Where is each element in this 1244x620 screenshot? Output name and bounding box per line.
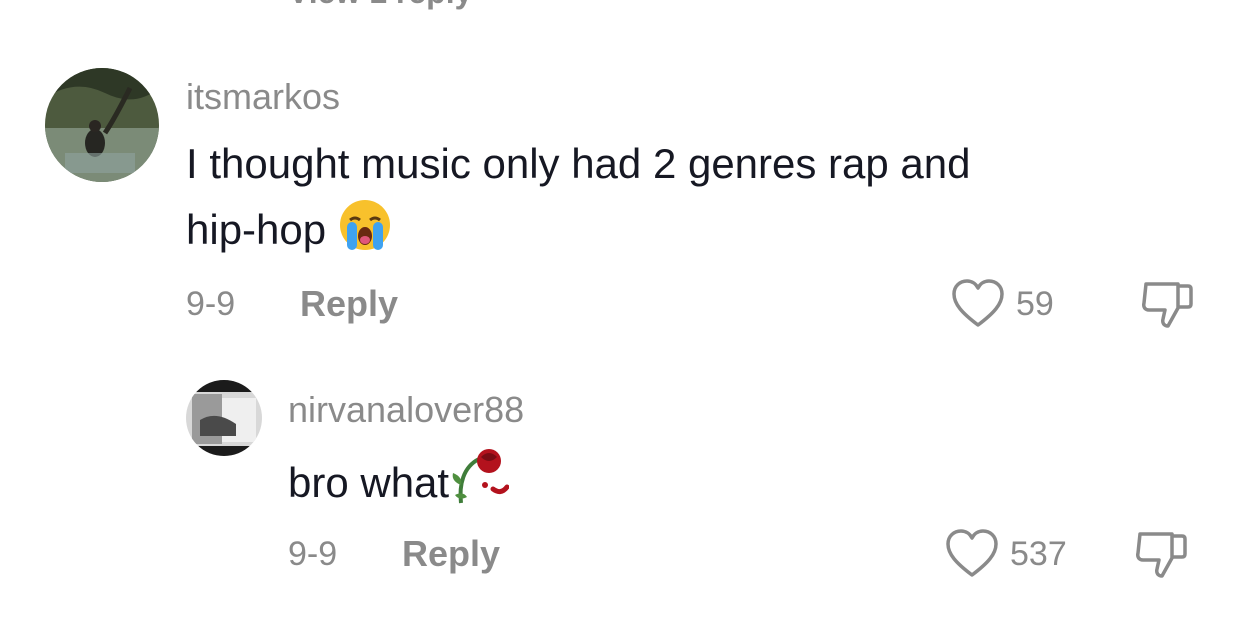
like-button[interactable]: 537 (944, 528, 1067, 580)
avatar-image (45, 68, 159, 182)
wilted-rose-emoji-icon (449, 445, 510, 524)
reply-button[interactable]: Reply (402, 533, 500, 575)
comment-date: 9-9 (186, 285, 236, 323)
comment-text: I thought music only had 2 genres rap an… (186, 131, 971, 271)
loudly-crying-face-emoji-icon (338, 198, 392, 271)
comment-text-line: hip-hop (186, 197, 971, 271)
comment-text-fragment: hip-hop (186, 206, 327, 253)
avatar[interactable] (45, 68, 159, 182)
dislike-button[interactable] (1134, 528, 1188, 587)
avatar[interactable] (186, 380, 262, 456)
comment-username[interactable]: nirvanalover88 (288, 389, 524, 431)
comment-text-line: I thought music only had 2 genres rap an… (186, 140, 971, 187)
comment-date: 9-9 (288, 535, 338, 573)
comment-text-fragment: bro what (288, 459, 450, 506)
thumbs-down-icon (1142, 282, 1193, 328)
comment-text: bro what (288, 445, 510, 524)
like-count: 59 (1016, 284, 1054, 323)
avatar-image (186, 380, 262, 456)
heart-outline-icon (946, 529, 998, 577)
dislike-button[interactable] (1140, 278, 1194, 337)
heart-outline-icon (952, 279, 1004, 327)
reply-button[interactable]: Reply (300, 283, 398, 325)
like-button[interactable]: 59 (950, 278, 1054, 330)
view-replies-link[interactable]: View 1 reply (288, 0, 472, 11)
like-count: 537 (1010, 534, 1067, 573)
thumbs-down-icon (1136, 532, 1187, 578)
comment-username[interactable]: itsmarkos (186, 76, 340, 118)
